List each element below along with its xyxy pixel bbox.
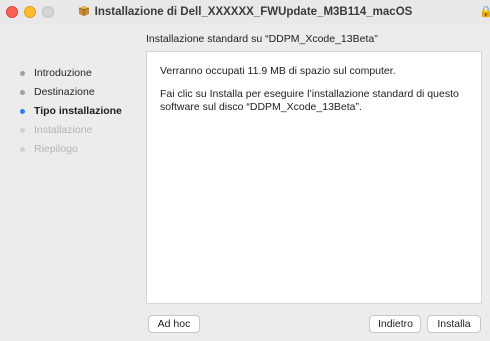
title-bar[interactable]: Installazione di Dell_XXXXXX_FWUpdate_M3… bbox=[0, 0, 490, 24]
installer-window: Installazione di Dell_XXXXXX_FWUpdate_M3… bbox=[0, 0, 490, 341]
step-label: Destinazione bbox=[34, 86, 95, 98]
step-label: Installazione bbox=[34, 124, 93, 136]
step-bullet-icon bbox=[20, 71, 25, 76]
step-label: Riepilogo bbox=[34, 143, 78, 155]
steps-sidebar: Introduzione Destinazione Tipo installaz… bbox=[0, 64, 140, 159]
disk-space-text: Verranno occupati 11.9 MB di spazio sul … bbox=[160, 65, 396, 77]
current-step-bullet-icon bbox=[20, 109, 25, 114]
sidebar-step-riepilogo: Riepilogo bbox=[0, 140, 140, 159]
sidebar-step-destinazione: Destinazione bbox=[0, 83, 140, 102]
sidebar-step-tipo-installazione: Tipo installazione bbox=[0, 102, 140, 121]
ad-hoc-button[interactable]: Ad hoc bbox=[148, 315, 200, 333]
window-title-container: Installazione di Dell_XXXXXX_FWUpdate_M3… bbox=[0, 5, 490, 18]
step-bullet-icon bbox=[20, 147, 25, 152]
sidebar-step-installazione: Installazione bbox=[0, 121, 140, 140]
page-subtitle: Installazione standard su “DDPM_Xcode_13… bbox=[146, 33, 378, 45]
window-title: Installazione di Dell_XXXXXX_FWUpdate_M3… bbox=[94, 6, 413, 18]
install-button[interactable]: Installa bbox=[427, 315, 481, 333]
lock-icon: 🔒 bbox=[479, 6, 490, 18]
step-label: Introduzione bbox=[34, 67, 92, 79]
step-bullet-icon bbox=[20, 90, 25, 95]
package-icon bbox=[78, 6, 89, 16]
back-button[interactable]: Indietro bbox=[369, 315, 421, 333]
step-label: Tipo installazione bbox=[34, 105, 122, 117]
content-panel: Verranno occupati 11.9 MB di spazio sul … bbox=[146, 51, 482, 304]
step-bullet-icon bbox=[20, 128, 25, 133]
install-description-text: Fai clic su Installa per eseguire l’inst… bbox=[160, 88, 459, 113]
sidebar-step-introduzione: Introduzione bbox=[0, 64, 140, 83]
